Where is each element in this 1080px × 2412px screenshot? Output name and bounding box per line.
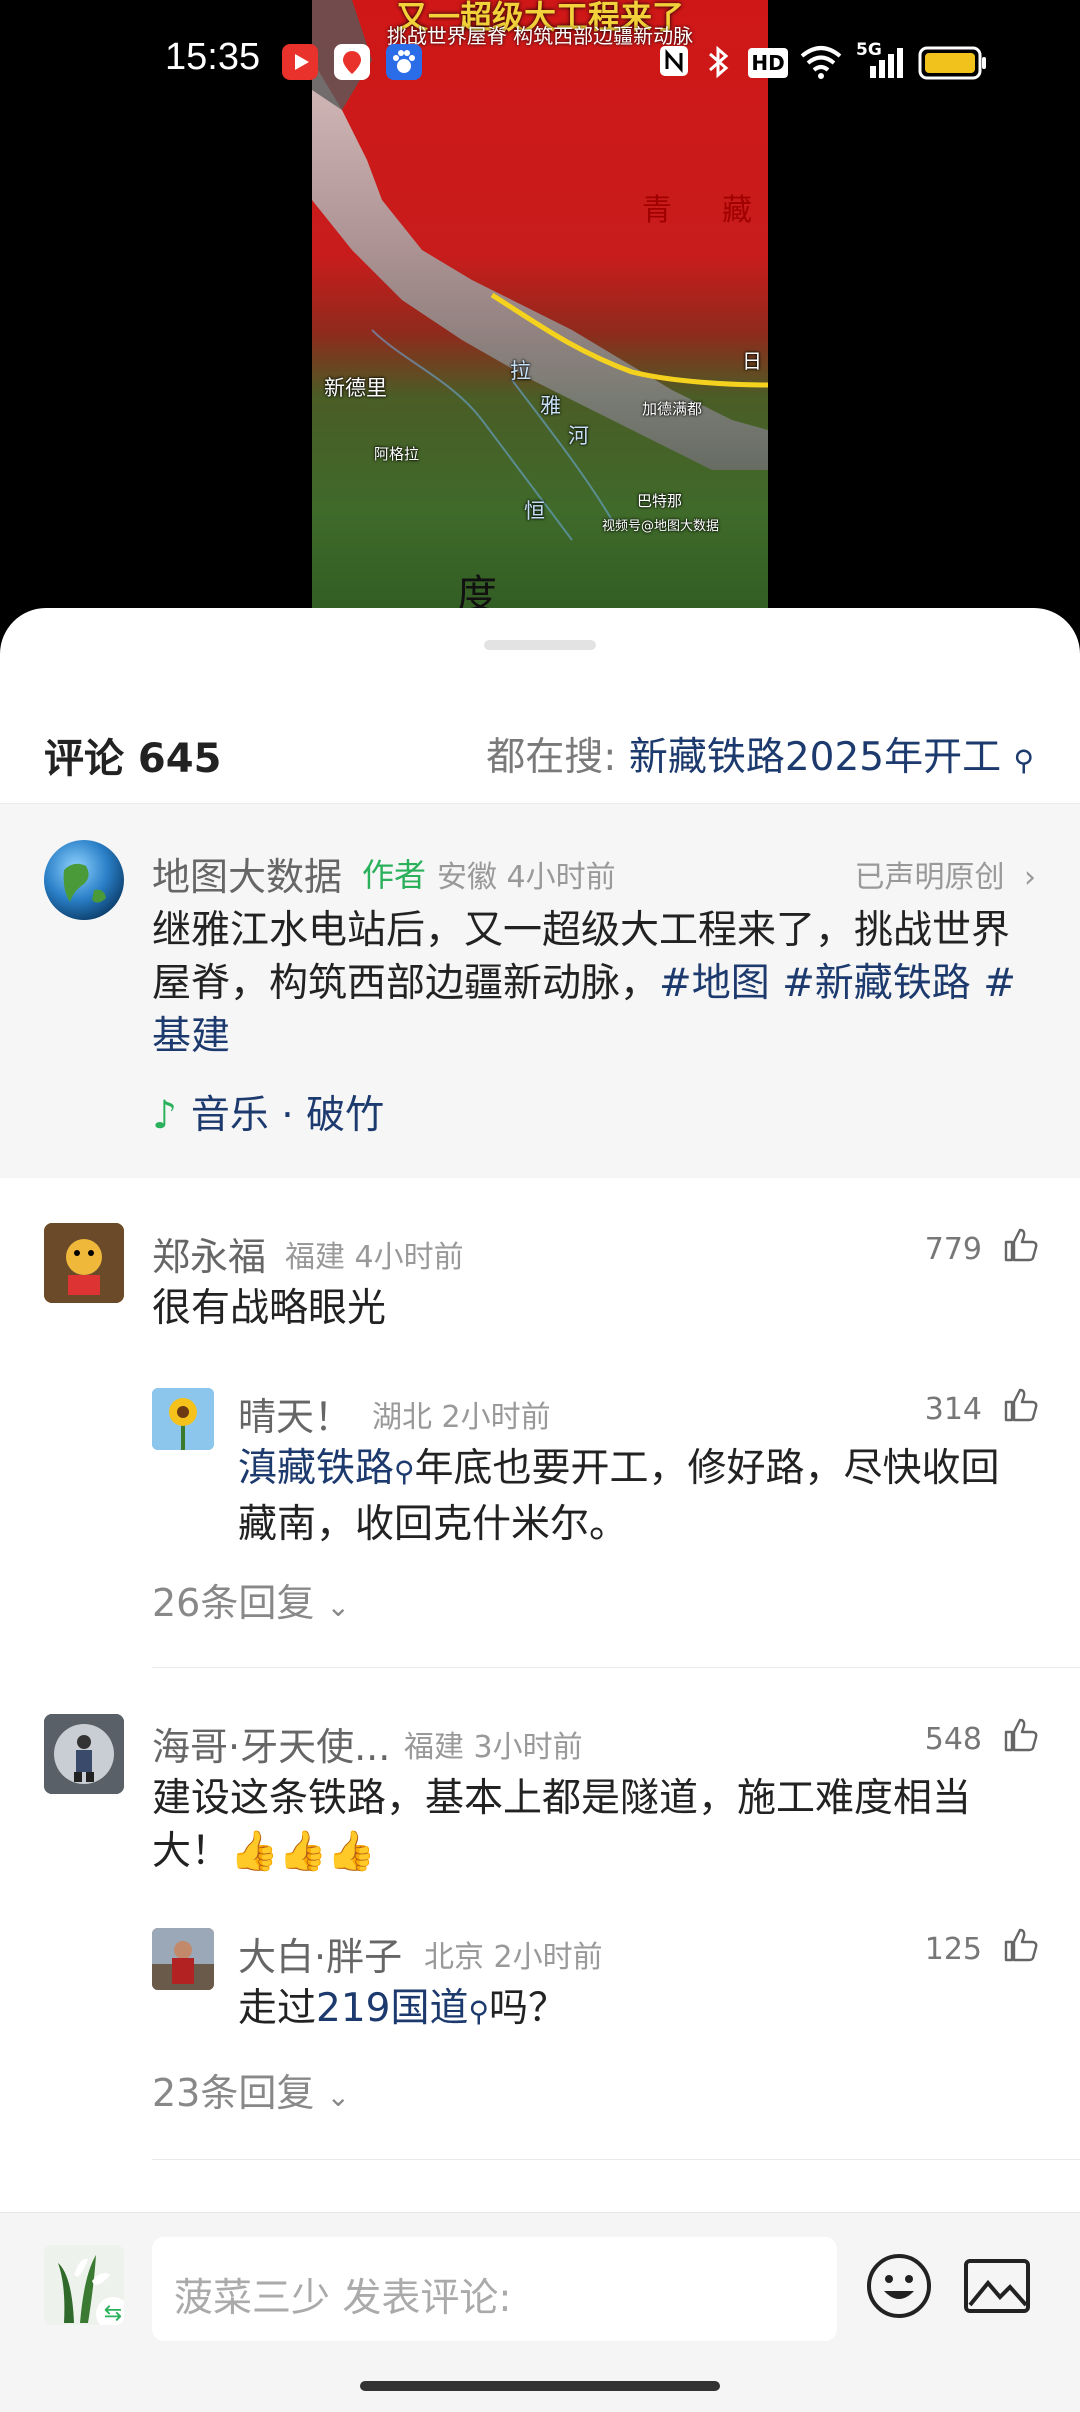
thumbs-up-icon[interactable] <box>1000 1384 1040 1424</box>
reply-text-part: 藏南，收回克什米尔。 <box>238 1502 629 1547</box>
switch-account-icon[interactable]: ⇆ <box>96 2297 124 2325</box>
signal-icon <box>866 44 906 88</box>
thumbs-up-icon[interactable] <box>1000 1924 1040 1964</box>
baidu-app-icon <box>386 44 422 80</box>
author-post-text: 继雅江水电站后，又一超级大工程来了，挑战世界屋脊，构筑西部边疆新动脉，#地图 #… <box>152 904 1042 1063</box>
comment-input-bar: ⇆ 菠菜三少 发表评论: <box>0 2212 1080 2364</box>
chevron-down-icon: ⌄ <box>326 1590 350 1623</box>
search-keyword-link[interactable]: 219国道 <box>316 1986 468 2031</box>
map-label: 恒 <box>524 499 545 523</box>
sheet-drag-handle[interactable] <box>484 640 596 650</box>
comment-text: 建设这条铁路，基本上都是隧道，施工难度相当大！👍👍👍 <box>152 1776 972 1874</box>
map-label: 日 <box>742 349 762 373</box>
more-replies-label: 23条回复 <box>152 2071 315 2115</box>
wifi-icon <box>800 44 842 88</box>
comment-input[interactable]: 菠菜三少 发表评论: <box>152 2237 837 2341</box>
author-badge: 作者 <box>362 856 427 894</box>
reply-location-time: 北京 2小时前 <box>424 1940 603 1975</box>
status-time: 15:35 <box>165 36 261 78</box>
comment-divider <box>152 1667 1080 1668</box>
search-icon: ⚲ <box>394 1455 415 1488</box>
reply-text: 滇藏铁路⚲年底也要开工，修好路，尽快收回藏南，收回克什米尔。 <box>238 1442 1042 1551</box>
music-link[interactable]: ♪ 音乐 · 破竹 <box>152 1084 384 1140</box>
commenter-name[interactable]: 郑永福 <box>152 1226 266 1281</box>
home-indicator[interactable] <box>360 2381 720 2391</box>
like-count: 125 <box>924 1932 982 1967</box>
reply-text-part: 走过 <box>238 1986 317 2031</box>
more-replies-button[interactable]: 26条回复 ⌄ <box>152 1572 350 1627</box>
reply-text-part: 年底也要开工，修好路，尽快收回 <box>414 1446 1000 1491</box>
thumbs-up-icon[interactable] <box>1000 1224 1040 1264</box>
author-avatar[interactable] <box>44 840 124 920</box>
reply-name[interactable]: 大白·胖子 <box>238 1926 402 1981</box>
reply-text-part: 吗？ <box>488 1986 567 2031</box>
hashtag-link[interactable]: #新藏铁路 <box>782 961 971 1006</box>
map-label-kathmandu: 加德满都 <box>642 400 703 418</box>
chevron-right-icon: › <box>1024 860 1036 895</box>
search-icon: ⚲ <box>468 1995 489 2028</box>
like-count: 548 <box>924 1722 982 1757</box>
comment-sheet-header: 评论 645 都在搜: 新藏铁路2025年开工 ⚲ <box>0 688 1080 804</box>
image-icon[interactable] <box>962 2253 1032 2319</box>
reply-name[interactable]: 晴天！ <box>238 1386 352 1441</box>
music-label: 音乐 · 破竹 <box>190 1093 385 1138</box>
map-label-agra: 阿格拉 <box>374 445 420 463</box>
map-label-new-delhi: 新德里 <box>324 376 387 400</box>
like-count: 779 <box>924 1232 982 1267</box>
comment-location-time: 福建 3小时前 <box>404 1730 583 1765</box>
my-avatar[interactable]: ⇆ <box>44 2245 124 2325</box>
like-count: 314 <box>924 1392 982 1427</box>
author-name[interactable]: 地图大数据 <box>152 846 342 901</box>
map-label: 拉 <box>510 359 531 383</box>
chevron-down-icon: ⌄ <box>326 2080 350 2113</box>
nfc-icon <box>658 44 690 86</box>
reply-location-time: 湖北 2小时前 <box>372 1400 551 1435</box>
hot-search-link[interactable]: 都在搜: 新藏铁路2025年开工 ⚲ <box>486 726 1034 782</box>
thumbs-up-icon[interactable] <box>1000 1714 1040 1754</box>
comment-count-title: 评论 645 <box>44 736 222 782</box>
author-location-time: 安徽 4小时前 <box>437 860 616 895</box>
music-note-icon: ♪ <box>152 1093 177 1138</box>
comment-divider <box>152 2159 1080 2160</box>
video-watermark: 视频号@地图大数据 <box>602 519 720 534</box>
map-label-patna: 巴特那 <box>637 492 683 510</box>
emoji-icon[interactable] <box>864 2251 934 2321</box>
hashtag-link[interactable]: #地图 <box>659 961 770 1006</box>
commenter-avatar[interactable] <box>44 1714 124 1794</box>
comment-text: 很有战略眼光 <box>152 1286 387 1331</box>
more-replies-button[interactable]: 23条回复 ⌄ <box>152 2062 350 2117</box>
search-icon: ⚲ <box>1013 744 1034 777</box>
status-bar: 15:35 HD 5G <box>0 0 1080 126</box>
hd-icon: HD <box>748 48 788 78</box>
video-app-icon <box>282 44 318 80</box>
originality-label: 已声明原创 <box>854 860 1005 895</box>
commenter-name[interactable]: 海哥·牙天使... <box>152 1716 390 1771</box>
reply-avatar[interactable] <box>152 1388 214 1450</box>
reply-text: 走过219国道⚲吗？ <box>238 1982 1042 2038</box>
hot-search-keyword[interactable]: 新藏铁路2025年开工 <box>629 735 1001 780</box>
home-bar <box>0 2364 1080 2412</box>
bluetooth-icon <box>706 44 730 88</box>
comment-sheet: 评论 645 都在搜: 新藏铁路2025年开工 ⚲ 地图大数据 作者 安徽 4小… <box>0 608 1080 2412</box>
map-label: 河 <box>568 424 589 448</box>
map-label: 青 <box>642 193 672 228</box>
originality-declaration[interactable]: 已声明原创 › <box>854 852 1036 896</box>
more-replies-label: 26条回复 <box>152 1581 315 1625</box>
comment-location-time: 福建 4小时前 <box>285 1240 464 1275</box>
maps-app-icon <box>334 44 370 80</box>
reply-avatar[interactable] <box>152 1928 214 1990</box>
search-keyword-link[interactable]: 滇藏铁路 <box>238 1446 394 1491</box>
battery-icon <box>918 46 988 88</box>
comment-input-placeholder: 菠菜三少 发表评论: <box>174 2276 512 2321</box>
hot-search-prefix: 都在搜: <box>486 735 617 780</box>
commenter-avatar[interactable] <box>44 1223 124 1303</box>
map-label: 藏 <box>722 193 752 228</box>
author-post: 地图大数据 作者 安徽 4小时前 已声明原创 › 继雅江水电站后，又一超级大工程… <box>0 804 1080 1178</box>
map-label: 雅 <box>540 394 561 418</box>
